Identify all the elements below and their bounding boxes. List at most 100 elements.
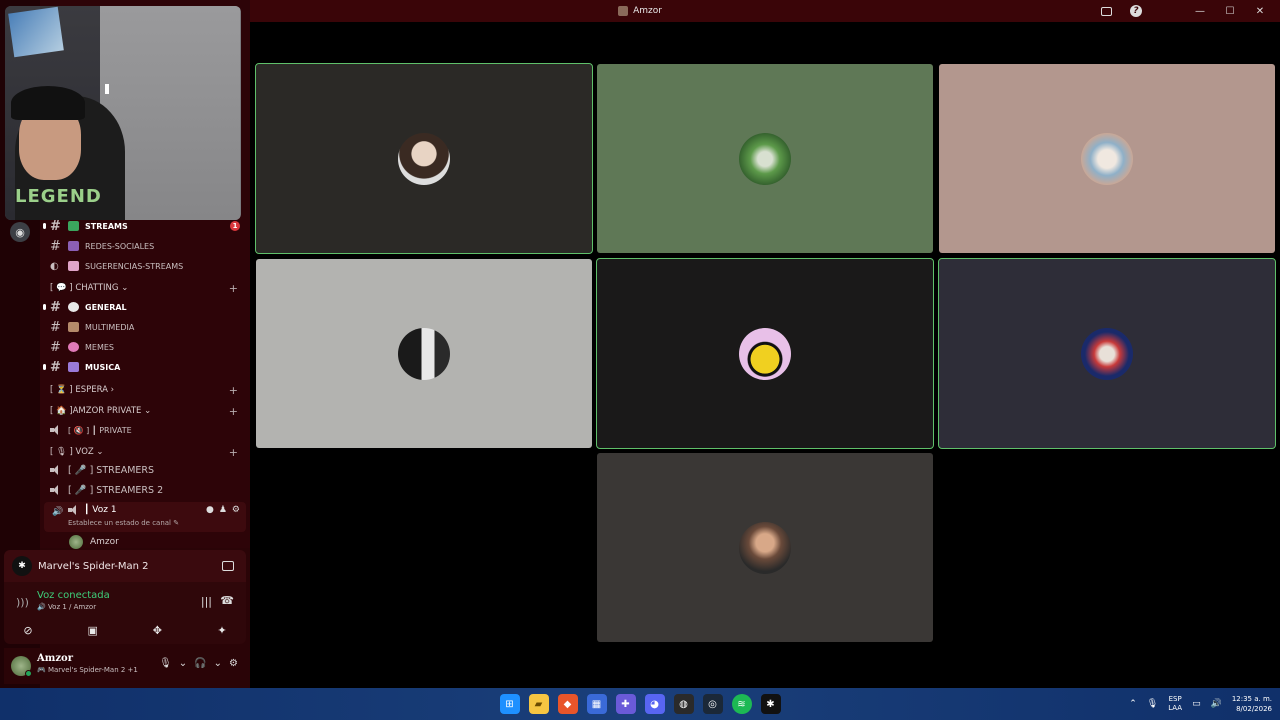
channel-sugerencias-streams[interactable]: ◐ SUGERENCIAS-STREAMS <box>50 257 246 275</box>
file-explorer-icon[interactable]: ▰ <box>528 694 549 714</box>
voice-action-buttons: ⊘ ▣ ✥ ✦ <box>18 622 232 638</box>
chevron-up-icon[interactable]: ⌃ <box>1129 699 1137 709</box>
channel-redes-sociales[interactable]: # REDES-SOCIALES <box>50 237 246 255</box>
channel-label: MUSICA <box>85 362 121 372</box>
disconnect-icon[interactable]: ☎ <box>220 594 234 607</box>
hash-icon: # <box>50 299 61 315</box>
window-title: Amzor <box>618 6 662 16</box>
avatar <box>739 327 791 380</box>
channel-label: [ 🎤 ] STREAMERS <box>68 464 155 476</box>
invite-icon[interactable]: ♟ <box>219 505 227 515</box>
voice-location[interactable]: 🔊 Voz 1 / Amzor <box>37 603 96 611</box>
category-label: [ 🎙 ] VOZ ⌄ <box>50 447 104 457</box>
participant-tile[interactable] <box>597 453 933 642</box>
screen-share-icon[interactable]: ▣ <box>83 622 103 638</box>
microphone-icon[interactable]: 🎙 <box>159 658 172 669</box>
speaker-active-icon: 🔊 <box>52 507 64 517</box>
gear-icon[interactable]: ⚙ <box>232 505 240 515</box>
activity-game-name: Marvel's Spider-Man 2 <box>38 560 149 572</box>
voice-channel-streamers-2[interactable]: [ 🎤 ] STREAMERS 2 <box>50 481 246 499</box>
add-channel-icon[interactable]: + <box>229 282 238 295</box>
category-chatting[interactable]: [ 💬 ] CHATTING ⌄ + <box>50 281 246 295</box>
channel-label: MEMES <box>85 342 114 352</box>
category-voz[interactable]: [ 🎙 ] VOZ ⌄ + <box>50 445 246 459</box>
category-amzor-private[interactable]: [ 🏠 ]AMZOR PRIVATE ⌄ + <box>50 404 246 418</box>
chevron-down-icon[interactable]: ⌄ <box>179 658 187 669</box>
participant-tile[interactable] <box>256 259 592 448</box>
add-channel-icon[interactable]: + <box>229 405 238 418</box>
voice-connected-label[interactable]: Voz conectada <box>37 590 110 601</box>
participant-tile[interactable] <box>596 258 934 449</box>
category-espera[interactable]: [ ⏳ ] ESPERA › + <box>50 383 246 397</box>
discord-home-icon[interactable]: ◉ <box>10 222 30 242</box>
inbox-icon <box>1100 6 1112 16</box>
spiderman-icon[interactable]: ✱ <box>760 694 781 714</box>
add-channel-icon[interactable]: + <box>229 446 238 459</box>
channel-label: REDES-SOCIALES <box>85 241 155 251</box>
windows-taskbar: ⊞ ▰ ◆ ▦ ✚ ◕ ◍ ◎ ≋ ✱ ⌃ 🎙 ESP LAA ▭ 🔊 12:3… <box>0 688 1280 720</box>
add-channel-icon[interactable]: + <box>229 384 238 397</box>
inbox-button[interactable] <box>1098 3 1114 19</box>
discord-icon[interactable]: ◕ <box>644 694 665 714</box>
close-button[interactable]: ✕ <box>1252 3 1268 19</box>
signal-icon[interactable]: ))) <box>16 596 29 609</box>
voice-channel-streamers[interactable]: [ 🎤 ] STREAMERS <box>50 461 246 479</box>
store-icon[interactable]: ▦ <box>586 694 607 714</box>
emoji-icon <box>68 302 79 312</box>
username[interactable]: Amzor <box>37 653 73 664</box>
minimize-button[interactable]: — <box>1192 3 1208 19</box>
chat-icon[interactable]: ● <box>206 505 214 515</box>
date: 8/02/2026 <box>1236 705 1272 713</box>
voice-member[interactable]: Amzor <box>68 534 119 550</box>
language-indicator[interactable]: ESP LAA <box>1168 695 1182 713</box>
speaker-icon <box>50 425 62 435</box>
voice-channel-voz-1[interactable]: 🔊 ┃ Voz 1 Establece un estado de canal ✎… <box>44 502 246 532</box>
channel-musica[interactable]: # MUSICA <box>43 358 246 376</box>
voice-channel-private[interactable]: [ 🔇 ] ┃ PRIVATE <box>50 421 246 439</box>
microphone-icon[interactable]: 🎙 <box>1147 699 1158 709</box>
hash-icon: # <box>50 238 61 254</box>
help-icon: ? <box>1130 5 1142 17</box>
gear-icon[interactable]: ⚙ <box>229 658 238 669</box>
participant-tile[interactable] <box>255 63 593 254</box>
hash-icon: # <box>50 339 61 355</box>
avatar <box>398 327 450 380</box>
brave-browser-icon[interactable]: ◆ <box>557 694 578 714</box>
participant-tile[interactable] <box>597 64 933 253</box>
activity-panel[interactable]: ✱ Marvel's Spider-Man 2 <box>4 550 246 582</box>
clock[interactable]: 12:35 a. m. 8/02/2026 <box>1232 694 1272 714</box>
app-icon <box>618 6 629 16</box>
channel-status-prompt[interactable]: Establece un estado de canal ✎ <box>68 519 179 527</box>
activities-icon[interactable]: ✥ <box>147 622 167 638</box>
camera-off-icon[interactable]: ⊘ <box>18 622 38 638</box>
steam-icon[interactable]: ◎ <box>702 694 723 714</box>
voice-connection-panel: ))) Voz conectada 🔊 Voz 1 / Amzor ||| ☎ … <box>4 582 246 644</box>
help-button[interactable]: ? <box>1128 3 1144 19</box>
channel-streams[interactable]: # STREAMS 1 <box>43 217 246 235</box>
windows-start-icon[interactable]: ⊞ <box>499 694 520 714</box>
game-controller-icon[interactable]: ✚ <box>615 694 636 714</box>
speaker-icon <box>50 485 62 495</box>
network-icon[interactable]: ▭ <box>1192 699 1201 709</box>
channel-general[interactable]: # GENERAL <box>43 298 246 316</box>
settings-app-icon[interactable]: ◍ <box>673 694 694 714</box>
system-tray: ⌃ 🎙 ESP LAA ▭ 🔊 12:35 a. m. 8/02/2026 <box>1129 688 1272 720</box>
chevron-down-icon[interactable]: ⌄ <box>214 658 222 669</box>
volume-icon[interactable]: 🔊 <box>1211 699 1222 709</box>
noise-suppression-icon[interactable]: ||| <box>201 595 212 608</box>
soundboard-icon[interactable]: ✦ <box>212 622 232 638</box>
participant-tile[interactable] <box>939 64 1275 253</box>
headphones-icon[interactable]: 🎧 <box>194 658 206 669</box>
maximize-button[interactable]: ☐ <box>1222 3 1238 19</box>
taskbar-apps: ⊞ ▰ ◆ ▦ ✚ ◕ ◍ ◎ ≋ ✱ <box>499 694 781 714</box>
member-name: Amzor <box>90 537 119 547</box>
speaker-icon <box>68 505 80 515</box>
participant-tile[interactable] <box>938 258 1276 449</box>
channel-multimedia[interactable]: # MULTIMEDIA <box>50 318 246 336</box>
avatar <box>398 132 450 185</box>
channel-memes[interactable]: # MEMES <box>50 338 246 356</box>
spotify-icon[interactable]: ≋ <box>731 694 752 714</box>
voice-channel-label: ┃ Voz 1 <box>84 505 117 515</box>
stream-screen-icon[interactable] <box>222 561 234 571</box>
window-controls: ? — ☐ ✕ <box>1098 0 1268 22</box>
